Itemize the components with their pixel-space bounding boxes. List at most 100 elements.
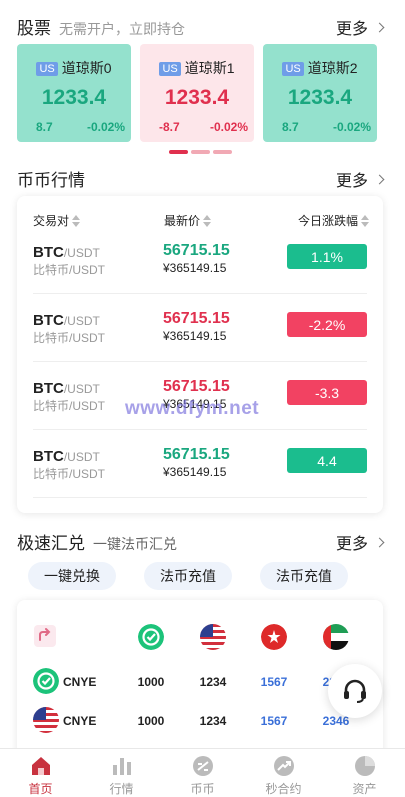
change-badge: -2.2% bbox=[287, 312, 367, 337]
rate-value: 1567 bbox=[260, 675, 288, 689]
tab-market[interactable]: 行情 bbox=[81, 749, 162, 797]
stocks-header: 股票 无需开户，立即持仓 更多 bbox=[17, 14, 385, 39]
carousel-dot[interactable] bbox=[213, 150, 232, 154]
pair-base: BTC bbox=[33, 312, 64, 329]
exchange-subtitle: 一键法币汇兑 bbox=[93, 536, 177, 552]
last-price: 56715.15 bbox=[163, 446, 230, 463]
sort-icon bbox=[203, 214, 212, 227]
sort-icon bbox=[72, 214, 81, 227]
chevron-right-icon bbox=[374, 537, 385, 547]
tab-spot[interactable]: 币币 bbox=[162, 749, 243, 797]
uae-flag-icon bbox=[323, 624, 349, 650]
bottom-tab-bar: 首页 行情 币币 秒合约 资产 bbox=[0, 748, 405, 797]
row-currency-label: CNYE bbox=[63, 714, 97, 728]
stock-card[interactable]: US 道琼斯0 1233.4 8.7 -0.02% bbox=[17, 44, 131, 142]
us-badge: US bbox=[159, 62, 181, 76]
tab-fiat-deposit[interactable]: 法币充值 bbox=[144, 562, 232, 590]
stock-card[interactable]: US 道琼斯2 1233.4 8.7 -0.02% bbox=[263, 44, 377, 142]
change-badge: 4.4 bbox=[287, 448, 367, 473]
pair-label: BTC/USDT bbox=[33, 448, 100, 465]
swap-icon[interactable] bbox=[33, 624, 57, 648]
stock-change: -8.7 bbox=[159, 120, 180, 134]
last-price: 56715.15 bbox=[163, 310, 230, 327]
pie-chart-icon bbox=[354, 756, 375, 776]
pair-base: BTC bbox=[33, 380, 64, 397]
stocks-more-label: 更多 bbox=[335, 21, 368, 38]
pair-base: BTC bbox=[33, 244, 64, 261]
tab-assets[interactable]: 资产 bbox=[324, 749, 405, 797]
stocks-more-link[interactable]: 更多 bbox=[335, 15, 385, 39]
pair-quote: /USDT bbox=[63, 382, 100, 396]
us-badge: US bbox=[282, 62, 304, 76]
market-more-link[interactable]: 更多 bbox=[335, 167, 385, 191]
us-flag-icon bbox=[200, 624, 226, 650]
cnye-coin-icon bbox=[33, 668, 59, 694]
pair-label: BTC/USDT bbox=[33, 380, 100, 397]
carousel-indicator bbox=[169, 150, 232, 154]
hk-flag-icon bbox=[261, 624, 287, 650]
tab-second-contract[interactable]: 秒合约 bbox=[243, 749, 324, 797]
change-badge: -3.3 bbox=[287, 380, 367, 405]
spot-trade-icon bbox=[192, 756, 213, 776]
cny-price: ¥365149.15 bbox=[163, 465, 227, 479]
usdt-coin-icon bbox=[138, 624, 164, 650]
exchange-header: 极速汇兑 一键法币汇兑 更多 bbox=[17, 529, 385, 554]
stock-cards: US 道琼斯0 1233.4 8.7 -0.02% US 道琼斯1 1233.4 -… bbox=[17, 44, 377, 142]
stock-price: 1233.4 bbox=[164, 86, 230, 109]
pair-label: BTC/USDT bbox=[33, 312, 100, 329]
market-row[interactable]: BTC/USDT 比特币/USDT 56715.15 ¥365149.15 -2… bbox=[33, 294, 367, 362]
stocks-title: 股票 bbox=[17, 19, 51, 38]
last-price: 56715.15 bbox=[163, 378, 230, 395]
watermark: www.dfym.net bbox=[125, 398, 260, 419]
customer-support-button[interactable] bbox=[328, 664, 382, 718]
headset-icon bbox=[344, 679, 366, 703]
rate-value: 1234 bbox=[199, 714, 227, 728]
tab-home[interactable]: 首页 bbox=[0, 749, 81, 797]
stock-change: 8.7 bbox=[282, 120, 299, 134]
tab-label: 行情 bbox=[109, 782, 134, 796]
stock-price: 1233.4 bbox=[41, 86, 107, 109]
us-flag-icon bbox=[33, 707, 59, 733]
stocks-subtitle: 无需开户，立即持仓 bbox=[59, 21, 185, 37]
rate-value: 1000 bbox=[137, 675, 165, 689]
row-currency-label: CNYE bbox=[63, 675, 97, 689]
rate-value: 1567 bbox=[260, 714, 288, 728]
market-row[interactable]: BTC/USDT 比特币/USDT 56715.15 ¥365149.15 4.… bbox=[33, 430, 367, 498]
tab-fiat-deposit-2[interactable]: 法币充值 bbox=[260, 562, 348, 590]
carousel-dot[interactable] bbox=[191, 150, 210, 154]
home-page: 股票 无需开户，立即持仓 更多 US 道琼斯0 1233.4 8.7 -0.02%… bbox=[0, 0, 405, 797]
rate-value: 1000 bbox=[137, 714, 165, 728]
stock-change: 8.7 bbox=[36, 120, 53, 134]
pair-quote: /USDT bbox=[63, 246, 100, 260]
bar-chart-icon bbox=[112, 758, 131, 775]
cny-price: ¥365149.15 bbox=[163, 261, 227, 275]
chevron-right-icon bbox=[374, 174, 385, 184]
tab-label: 秒合约 bbox=[265, 782, 302, 796]
pair-base: BTC bbox=[33, 448, 64, 465]
exchange-title: 极速汇兑 bbox=[17, 534, 85, 553]
tab-label: 资产 bbox=[352, 782, 377, 796]
last-price: 56715.15 bbox=[163, 242, 230, 259]
pair-quote: /USDT bbox=[63, 314, 100, 328]
stock-name: 道琼斯0 bbox=[61, 60, 112, 76]
exchange-tabs: 一键兑换 法币充值 法币充值 bbox=[28, 562, 348, 590]
exchange-more-link[interactable]: 更多 bbox=[336, 530, 385, 554]
market-more-label: 更多 bbox=[335, 173, 368, 190]
sort-icon bbox=[361, 214, 369, 227]
carousel-dot-active[interactable] bbox=[169, 150, 188, 154]
market-header: 币币行情 更多 bbox=[17, 166, 385, 191]
stock-percent: -0.02% bbox=[209, 120, 248, 134]
market-card: 交易对 最新价 今日涨跌幅 BTC/USDT 比特币/USDT 56715.15… bbox=[17, 196, 383, 513]
pair-cn-name: 比特币/USDT bbox=[33, 467, 106, 481]
stock-percent: -0.02% bbox=[332, 120, 371, 134]
change-badge: 1.1% bbox=[287, 244, 367, 269]
tab-quick-exchange[interactable]: 一键兑换 bbox=[28, 562, 116, 590]
home-icon bbox=[31, 757, 50, 775]
tab-label: 首页 bbox=[28, 782, 53, 796]
stock-name-row: US 道琼斯2 bbox=[263, 58, 377, 78]
market-row[interactable]: BTC/USDT 比特币/USDT 56715.15 ¥365149.15 1.… bbox=[33, 226, 367, 294]
tab-label: 币币 bbox=[190, 782, 215, 796]
stock-name: 道琼斯1 bbox=[184, 60, 235, 76]
cny-price: ¥365149.15 bbox=[163, 329, 227, 343]
stock-card[interactable]: US 道琼斯1 1233.4 -8.7 -0.02% bbox=[140, 44, 254, 142]
